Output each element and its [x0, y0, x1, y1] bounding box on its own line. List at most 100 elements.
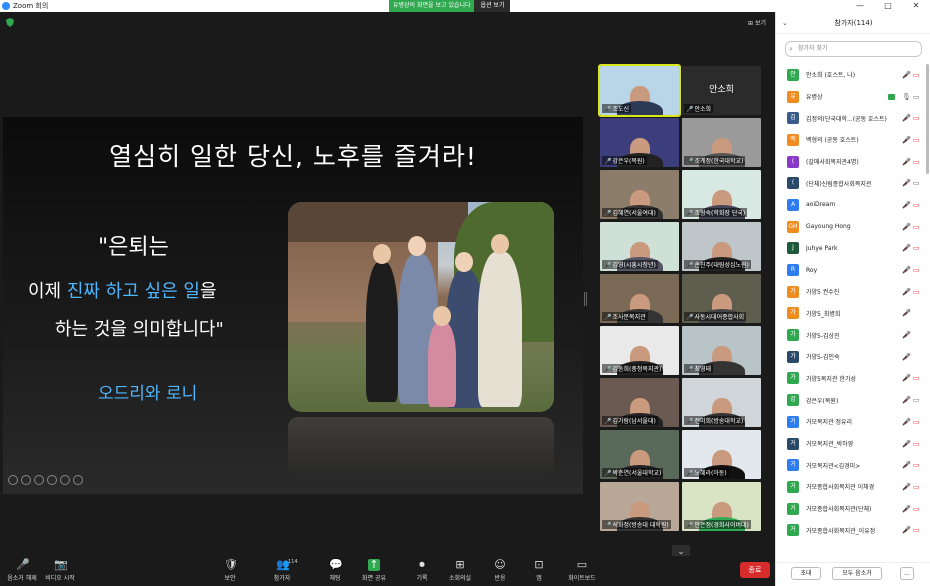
video-tile[interactable]: 🎤전미희(방송대학교): [682, 378, 761, 427]
participant-row[interactable]: 가 가양5-김인숙 🎤̸: [776, 346, 926, 368]
video-tile-name-text: 손진주(대림성심노원): [694, 262, 749, 269]
participant-row[interactable]: J Juhye Park 🎤̸ ▭: [776, 238, 926, 260]
end-meeting-button[interactable]: 종료: [740, 562, 770, 578]
video-tile[interactable]: 🎤김가람(남서울대): [600, 378, 679, 427]
video-tile[interactable]: 🎤조도신: [598, 64, 681, 117]
participant-row[interactable]: 강 강은우(목원) 🎤̸ ▭: [776, 389, 926, 411]
zoom-logo-icon: [2, 2, 10, 10]
video-tile[interactable]: 🎤김혜연(서울여대): [600, 170, 679, 219]
window-controls: — □ ✕: [846, 0, 930, 12]
participant-row[interactable]: 거 거모종합사회복지관 이채경 🎤̸ ▭: [776, 476, 926, 498]
muted-mic-icon: 🎤: [604, 418, 612, 425]
video-tile[interactable]: 🎤최영태: [682, 326, 761, 375]
pen-icon[interactable]: [34, 475, 44, 485]
muted-mic-icon: 🎤: [686, 106, 694, 113]
next-slide-icon[interactable]: [21, 475, 31, 485]
participant-row[interactable]: 가 가양5복지관 한기성 🎤̸ ▭: [776, 368, 926, 390]
participant-row[interactable]: 거 거모복지관 정유리 🎤̸ ▭: [776, 411, 926, 433]
participant-row[interactable]: ((갈매사회복지관4명) 🎤̸ ▭: [776, 151, 926, 173]
toolbar-button-7[interactable]: ⊞ 소회의실: [440, 559, 480, 583]
toolbar-button-0[interactable]: 🎤 음소거 해제: [2, 559, 42, 583]
view-options-button[interactable]: 옵션 보기: [474, 0, 511, 12]
toolbar-label: 비디오 시작: [45, 575, 75, 582]
zoom-icon[interactable]: [60, 475, 70, 485]
video-tile[interactable]: 🎤조형숙(학회장 단국): [682, 170, 761, 219]
grid-icon[interactable]: [47, 475, 57, 485]
participant-row[interactable]: 유 유병상 🎙 ▭: [776, 86, 926, 108]
video-tile-name-text: 전미희(방송대학교): [694, 418, 744, 425]
avatar: 강: [787, 394, 799, 407]
participant-row[interactable]: 거 거모종합사회복지관_이유정 🎤̸ ▭: [776, 519, 926, 541]
video-tile[interactable]: 🎤손진주(대림성심노원): [682, 222, 761, 271]
video-tile[interactable]: 🎤강은우(목원): [600, 118, 679, 167]
participant-search-input[interactable]: ⌕ 참가자 찾기: [785, 41, 922, 57]
video-tile[interactable]: 🎤김영(시흥시청년): [600, 222, 679, 271]
camera-off-icon: ▭: [913, 374, 920, 383]
video-tile[interactable]: 🎤안은정(경희사이버대): [682, 482, 761, 531]
participant-row[interactable]: 가 가양5_최병희 🎤̸: [776, 303, 926, 325]
camera-off-icon: ▭: [913, 222, 920, 231]
participant-row[interactable]: 가 가양5-김상진 🎤̸: [776, 324, 926, 346]
video-tile[interactable]: 🎤조사분복지관: [600, 274, 679, 323]
participant-row[interactable]: 백 백형의 (공동 호스트) 🎤̸ ▭: [776, 129, 926, 151]
avatar: 김: [787, 112, 799, 125]
toolbar-button-8[interactable]: ☺ 반응: [480, 559, 520, 583]
photo-reflection: [288, 417, 554, 477]
toolbar-button-4[interactable]: 💬 채팅: [315, 559, 355, 583]
security-shield-icon[interactable]: [6, 18, 14, 27]
toolbar-button-3[interactable]: 👥 참가자 114: [262, 559, 302, 583]
share-banner-message: 유병상의 화면을 보고 있습니다: [389, 0, 475, 12]
close-button[interactable]: ✕: [902, 0, 930, 12]
minimize-button[interactable]: —: [846, 0, 874, 12]
participant-row[interactable]: R Roy 🎤̸ ▭: [776, 259, 926, 281]
toolbar-button-9[interactable]: ⊡ 앱: [519, 559, 559, 583]
prev-slide-icon[interactable]: [8, 475, 18, 485]
participant-row[interactable]: 거 거모종합사회복지관(단체) 🎤̸ ▭: [776, 498, 926, 520]
video-tile[interactable]: 🎤석화정(방송대 대학원): [600, 482, 679, 531]
toolbar-button-2[interactable]: 🛡 보안: [210, 559, 250, 583]
maximize-button[interactable]: □: [874, 0, 902, 12]
participant-row[interactable]: 안 안소희 (호스트, 나) 🎤̸ ▭: [776, 64, 926, 86]
camera-on-icon: ▭: [913, 179, 920, 188]
more-options-button[interactable]: ...: [900, 567, 914, 580]
invite-button[interactable]: 초대: [791, 567, 821, 580]
camera-off-icon: ▭: [913, 70, 920, 79]
participant-list-scrollbar[interactable]: [926, 64, 929, 174]
video-tile[interactable]: 🎤노혜라(아동): [682, 430, 761, 479]
toolbar-button-1[interactable]: 📷 비디오 시작: [40, 559, 80, 583]
mute-all-button[interactable]: 모두 음소거: [832, 567, 882, 580]
participant-row[interactable]: 가 가양5 권수진 🎤̸ ▭: [776, 281, 926, 303]
chevron-down-icon[interactable]: ⌄: [782, 12, 788, 34]
avatar: (: [787, 155, 799, 168]
participant-name: 가양5-김상진: [806, 332, 840, 340]
participant-row[interactable]: 김 김정의(단국대학...(공동 호스트) 🎤̸ ▭: [776, 107, 926, 129]
mic-muted-icon: 🎤̸: [902, 114, 911, 123]
muted-mic-icon: 🎤: [604, 366, 612, 373]
participant-name: (갈매사회복지관4명): [806, 159, 859, 167]
video-tile[interactable]: 🎤박춘연(서울대학교): [600, 430, 679, 479]
participant-row[interactable]: 거 거모복지관<김경미> 🎤̸ ▭: [776, 454, 926, 476]
participant-row[interactable]: ((단체)신림종합사회복지관 🎤̸ ▭: [776, 172, 926, 194]
participant-name: 거모종합사회복지관 이채경: [806, 484, 875, 492]
participant-row[interactable]: 거 거모복지관_박하영 🎤̸ ▭: [776, 433, 926, 455]
participant-name: 거모복지관<김경미>: [806, 462, 861, 470]
video-tile-name-text: 조계정(한국대학교): [694, 158, 744, 165]
video-tile[interactable]: 안소희 🎤안소희: [682, 66, 761, 115]
participant-row[interactable]: AaoiDream 🎤̸ ▭: [776, 194, 926, 216]
participant-row[interactable]: GH Gayoung Hong 🎤̸ ▭: [776, 216, 926, 238]
video-tile[interactable]: 🎤사동시대어종합사회: [682, 274, 761, 323]
view-button[interactable]: ⊞ 보기: [748, 18, 766, 27]
video-tile[interactable]: 🎤김동희(충청복지관): [600, 326, 679, 375]
participant-name: 가양5복지관 한기성: [806, 375, 856, 383]
toolbar-button-5[interactable]: ↑ 화면 공유: [354, 559, 394, 583]
video-tile-name-text: 김가람(남서울대): [612, 418, 656, 425]
slide-controls: [8, 475, 83, 485]
video-tile[interactable]: 🎤조계정(한국대학교): [682, 118, 761, 167]
split-divider-handle[interactable]: [584, 292, 587, 306]
mic-muted-icon: 🎤̸: [902, 417, 911, 426]
more-icon[interactable]: [73, 475, 83, 485]
video-tile-name: 🎤김영(시흥시청년): [602, 260, 658, 269]
toolbar-button-10[interactable]: ▭ 화이트보드: [562, 559, 602, 583]
toolbar-button-6[interactable]: ⏺ 기록: [402, 559, 442, 583]
participant-count-badge: 114: [288, 559, 298, 565]
